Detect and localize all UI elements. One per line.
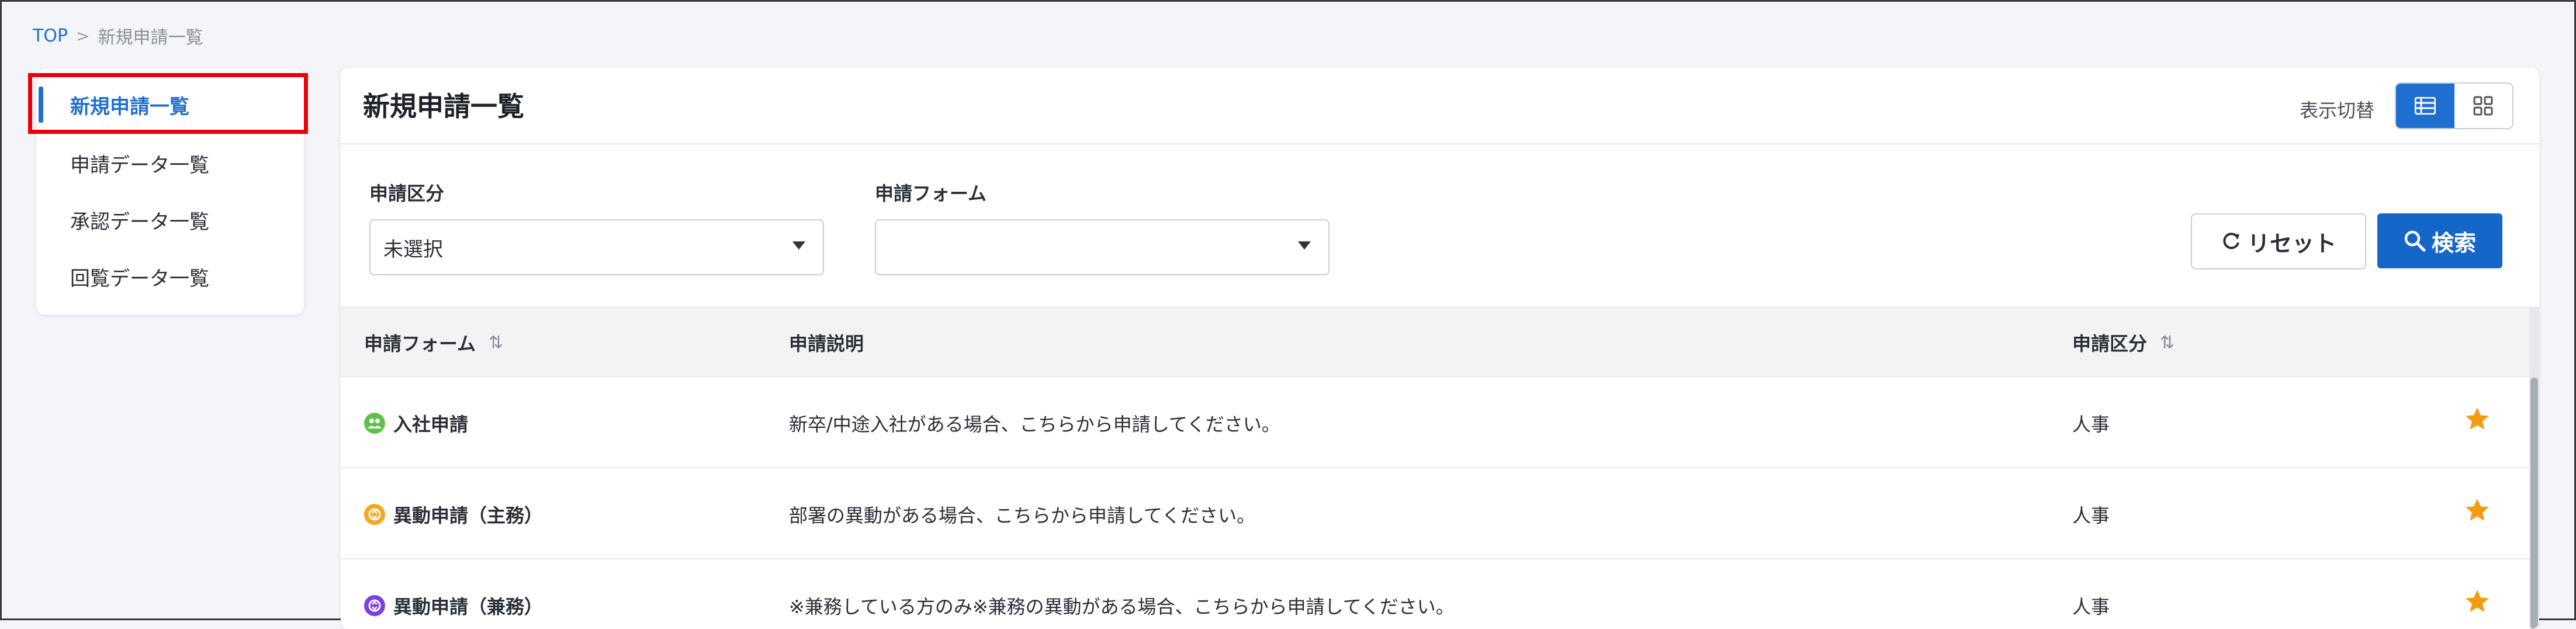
search-button[interactable]: 検索 bbox=[2377, 213, 2502, 268]
table-row[interactable]: 異動申請（兼務） ※兼務している方のみ※兼務の異動がある場合、こちらから申請して… bbox=[341, 559, 2539, 629]
grid-view-icon bbox=[2473, 96, 2493, 116]
description-cell: 新卒/中途入社がある場合、こちらから申請してください。 bbox=[789, 413, 1280, 436]
star-icon[interactable] bbox=[2463, 405, 2491, 433]
category-select-value: 未選択 bbox=[383, 237, 443, 261]
form-name-cell[interactable]: 異動申請（主務） bbox=[364, 501, 543, 528]
star-icon[interactable] bbox=[2463, 587, 2491, 616]
page-title: 新規申請一覧 bbox=[363, 91, 524, 122]
category-cell: 人事 bbox=[2072, 413, 2110, 436]
form-select[interactable] bbox=[875, 219, 1329, 275]
category-filter-label: 申請区分 bbox=[369, 182, 445, 205]
table-row[interactable]: 異動申請（主務） 部署の異動がある場合、こちらから申請してください。 人事 bbox=[341, 468, 2539, 559]
description-cell: 部署の異動がある場合、こちらから申請してください。 bbox=[789, 504, 1256, 527]
category-cell: 人事 bbox=[2072, 504, 2110, 527]
main-panel: 新規申請一覧 表示切替 申請区分 未選択 申請フォーム リセット 検索 申請フォ… bbox=[341, 68, 2539, 629]
form-name: 入社申請 bbox=[393, 413, 469, 436]
sidebar-item-label: 回覧データ一覧 bbox=[70, 267, 209, 291]
breadcrumb: TOP > 新規申請一覧 bbox=[33, 23, 203, 49]
sidebar-item-label: 申請データ一覧 bbox=[70, 153, 209, 177]
people-icon bbox=[364, 413, 385, 434]
list-view-icon bbox=[2414, 97, 2436, 115]
chevron-down-icon bbox=[1298, 241, 1311, 250]
column-header-label: 申請フォーム bbox=[364, 333, 476, 355]
sort-icon[interactable]: ⇅ bbox=[2160, 333, 2175, 353]
breadcrumb-separator: > bbox=[76, 26, 90, 46]
table-header: 申請フォーム ⇅ 申請説明 申請区分 ⇅ bbox=[341, 307, 2539, 377]
form-name: 異動申請（主務） bbox=[393, 504, 543, 527]
reset-button[interactable]: リセット bbox=[2191, 213, 2366, 269]
description-cell: ※兼務している方のみ※兼務の異動がある場合、こちらから申請してください。 bbox=[789, 596, 1455, 618]
column-header-description: 申請説明 bbox=[789, 329, 864, 356]
table-scrollbar-thumb[interactable] bbox=[2530, 378, 2538, 629]
grid-view-button[interactable] bbox=[2454, 84, 2512, 128]
form-name-cell[interactable]: 入社申請 bbox=[364, 410, 468, 437]
search-icon bbox=[2404, 230, 2426, 252]
form-filter-label: 申請フォーム bbox=[875, 182, 987, 205]
star-icon[interactable] bbox=[2463, 496, 2491, 524]
column-header-category[interactable]: 申請区分 ⇅ bbox=[2072, 329, 2175, 356]
view-toggle bbox=[2395, 82, 2513, 129]
sidebar-item-application-data[interactable]: 申請データ一覧 bbox=[36, 137, 304, 189]
column-header-form[interactable]: 申請フォーム ⇅ bbox=[364, 329, 503, 356]
sidebar-item-label: 承認データ一覧 bbox=[70, 210, 209, 234]
breadcrumb-current: 新規申請一覧 bbox=[98, 27, 203, 48]
list-view-button[interactable] bbox=[2396, 84, 2454, 128]
highlight-annotation-box bbox=[28, 73, 308, 134]
breadcrumb-top-link[interactable]: TOP bbox=[33, 26, 68, 46]
form-name: 異動申請（兼務） bbox=[393, 596, 543, 618]
category-cell: 人事 bbox=[2072, 596, 2110, 618]
view-toggle-label: 表示切替 bbox=[2300, 99, 2375, 122]
sidebar-item-circulation-data[interactable]: 回覧データ一覧 bbox=[36, 250, 304, 303]
form-name-cell[interactable]: 異動申請（兼務） bbox=[364, 592, 543, 619]
header-divider bbox=[341, 143, 2539, 144]
sidebar-item-approval-data[interactable]: 承認データ一覧 bbox=[36, 193, 304, 246]
transfer-icon bbox=[364, 595, 385, 616]
column-header-label: 申請説明 bbox=[789, 333, 864, 355]
refresh-icon bbox=[2223, 233, 2239, 250]
chevron-down-icon bbox=[792, 241, 805, 250]
search-button-label: 検索 bbox=[2431, 230, 2476, 256]
transfer-icon bbox=[364, 504, 385, 525]
column-header-label: 申請区分 bbox=[2072, 333, 2148, 355]
reset-button-label: リセット bbox=[2247, 230, 2336, 257]
sort-icon[interactable]: ⇅ bbox=[489, 333, 503, 353]
category-select[interactable]: 未選択 bbox=[369, 219, 824, 275]
table-row[interactable]: 入社申請 新卒/中途入社がある場合、こちらから申請してください。 人事 bbox=[341, 377, 2539, 468]
